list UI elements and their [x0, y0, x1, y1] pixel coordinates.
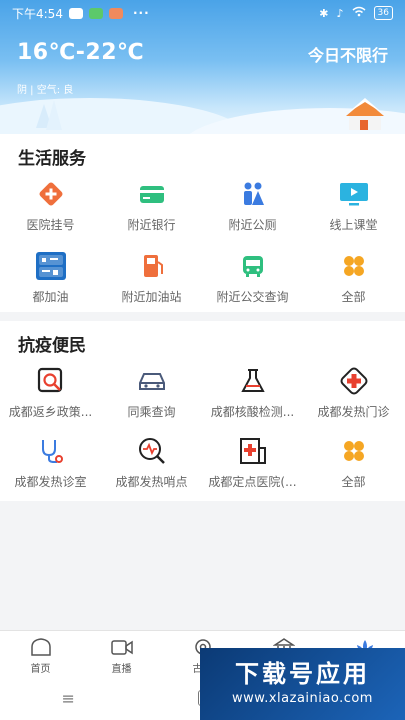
service-label: 成都返乡政策...	[8, 405, 93, 419]
hospital-building-icon	[237, 435, 269, 467]
menu-icon[interactable]: ≡	[62, 689, 75, 708]
service-nucleic-test[interactable]: 成都核酸检测...	[202, 365, 303, 420]
service-nearby-restroom[interactable]: 附近公厕	[202, 178, 303, 233]
weather-condition: 阴 | 空气: 良	[17, 85, 74, 96]
watermark-title: 下载号应用	[235, 660, 370, 688]
service-label: 成都发热哨点	[115, 475, 188, 489]
tab-home[interactable]: 首页	[0, 631, 81, 677]
service-label: 附近公厕	[228, 218, 277, 232]
service-same-ride-check[interactable]: 同乘查询	[101, 365, 202, 420]
service-label: 附近公交查询	[216, 290, 289, 304]
restroom-icon	[237, 178, 269, 210]
watermark-url: www.xlazainiao.com	[232, 691, 373, 706]
message-notification-icon	[68, 7, 83, 19]
epidemic-services-section: 抗疫便民 成都返乡政策... 同乘查询 成都核酸检测... 成都发热门诊 成都发…	[0, 321, 405, 501]
service-fever-room[interactable]: 成都发热诊室	[0, 435, 101, 490]
section-title: 生活服务	[18, 149, 86, 169]
service-nearby-bank[interactable]: 附近银行	[101, 178, 202, 233]
bluetooth-icon: ✱	[319, 6, 329, 20]
section-title: 抗疫便民	[18, 336, 86, 356]
grid-all-icon	[338, 435, 370, 467]
status-time: 下午4:54	[12, 6, 63, 21]
service-return-policy[interactable]: 成都返乡政策...	[0, 365, 101, 420]
service-nearby-bus[interactable]: 附近公交查询	[202, 250, 303, 305]
watermark-logo: 下载号应用 www.xlazainiao.com	[200, 648, 405, 720]
stethoscope-icon	[35, 435, 67, 467]
grid-all-icon	[338, 250, 370, 282]
tab-label: 直播	[111, 664, 132, 675]
service-label: 成都发热门诊	[317, 405, 390, 419]
temperature-range: 16℃-22℃	[17, 40, 145, 65]
service-all[interactable]: 全部	[303, 250, 404, 305]
more-notifications-icon: ···	[132, 6, 150, 20]
traffic-limit-status[interactable]: 今日不限行	[308, 42, 388, 66]
service-label: 医院挂号	[26, 218, 75, 232]
policy-search-icon	[35, 365, 67, 397]
hospital-icon	[35, 178, 67, 210]
bus-icon	[237, 250, 269, 282]
service-label: 全部	[341, 475, 366, 489]
service-nearby-gas-station[interactable]: 附近加油站	[101, 250, 202, 305]
service-label: 线上课堂	[329, 218, 378, 232]
service-hospital-registration[interactable]: 医院挂号	[0, 178, 101, 233]
service-dujiayou[interactable]: 都加油	[0, 250, 101, 305]
medical-cross-icon	[338, 365, 370, 397]
wechat-notification-icon	[88, 7, 103, 19]
video-icon	[81, 637, 162, 657]
service-label: 附近银行	[127, 218, 176, 232]
service-label: 全部	[341, 290, 366, 304]
service-all[interactable]: 全部	[303, 435, 404, 490]
service-online-class[interactable]: 线上课堂	[303, 178, 404, 233]
service-label: 成都定点医院(...	[208, 475, 297, 489]
wifi-icon	[352, 6, 366, 20]
tab-live[interactable]: 直播	[81, 631, 162, 677]
dujiayou-logo-icon	[35, 250, 67, 282]
service-fever-clinic[interactable]: 成都发热门诊	[303, 365, 404, 420]
service-designated-hospital[interactable]: 成都定点医院(...	[202, 435, 303, 490]
service-fever-sentinel[interactable]: 成都发热哨点	[101, 435, 202, 490]
service-label: 附近加油站	[121, 290, 182, 304]
service-label: 都加油	[32, 290, 69, 304]
car-icon	[136, 365, 168, 397]
online-class-icon	[338, 178, 370, 210]
mute-icon: ♪	[336, 6, 344, 20]
service-label: 成都核酸检测...	[210, 405, 295, 419]
flask-icon	[237, 365, 269, 397]
service-label: 同乘查询	[127, 405, 176, 419]
status-bar: 下午4:54 ··· ✱ ♪ 36	[0, 0, 405, 26]
gas-station-icon	[136, 250, 168, 282]
life-services-section: 生活服务 医院挂号 附近银行 附近公厕 线上课堂 都加油 附近加油站 附近公交查…	[0, 134, 405, 312]
battery-indicator: 36	[373, 6, 393, 20]
pulse-search-icon	[136, 435, 168, 467]
weather-header: 下午4:54 ··· ✱ ♪ 36 16℃-22℃ 阴 | 空气: 良 今日不限…	[0, 0, 405, 134]
service-label: 成都发热诊室	[14, 475, 87, 489]
bank-card-icon	[136, 178, 168, 210]
tab-label: 首页	[30, 664, 51, 675]
home-icon	[0, 637, 81, 657]
app-notification-icon	[108, 7, 123, 19]
